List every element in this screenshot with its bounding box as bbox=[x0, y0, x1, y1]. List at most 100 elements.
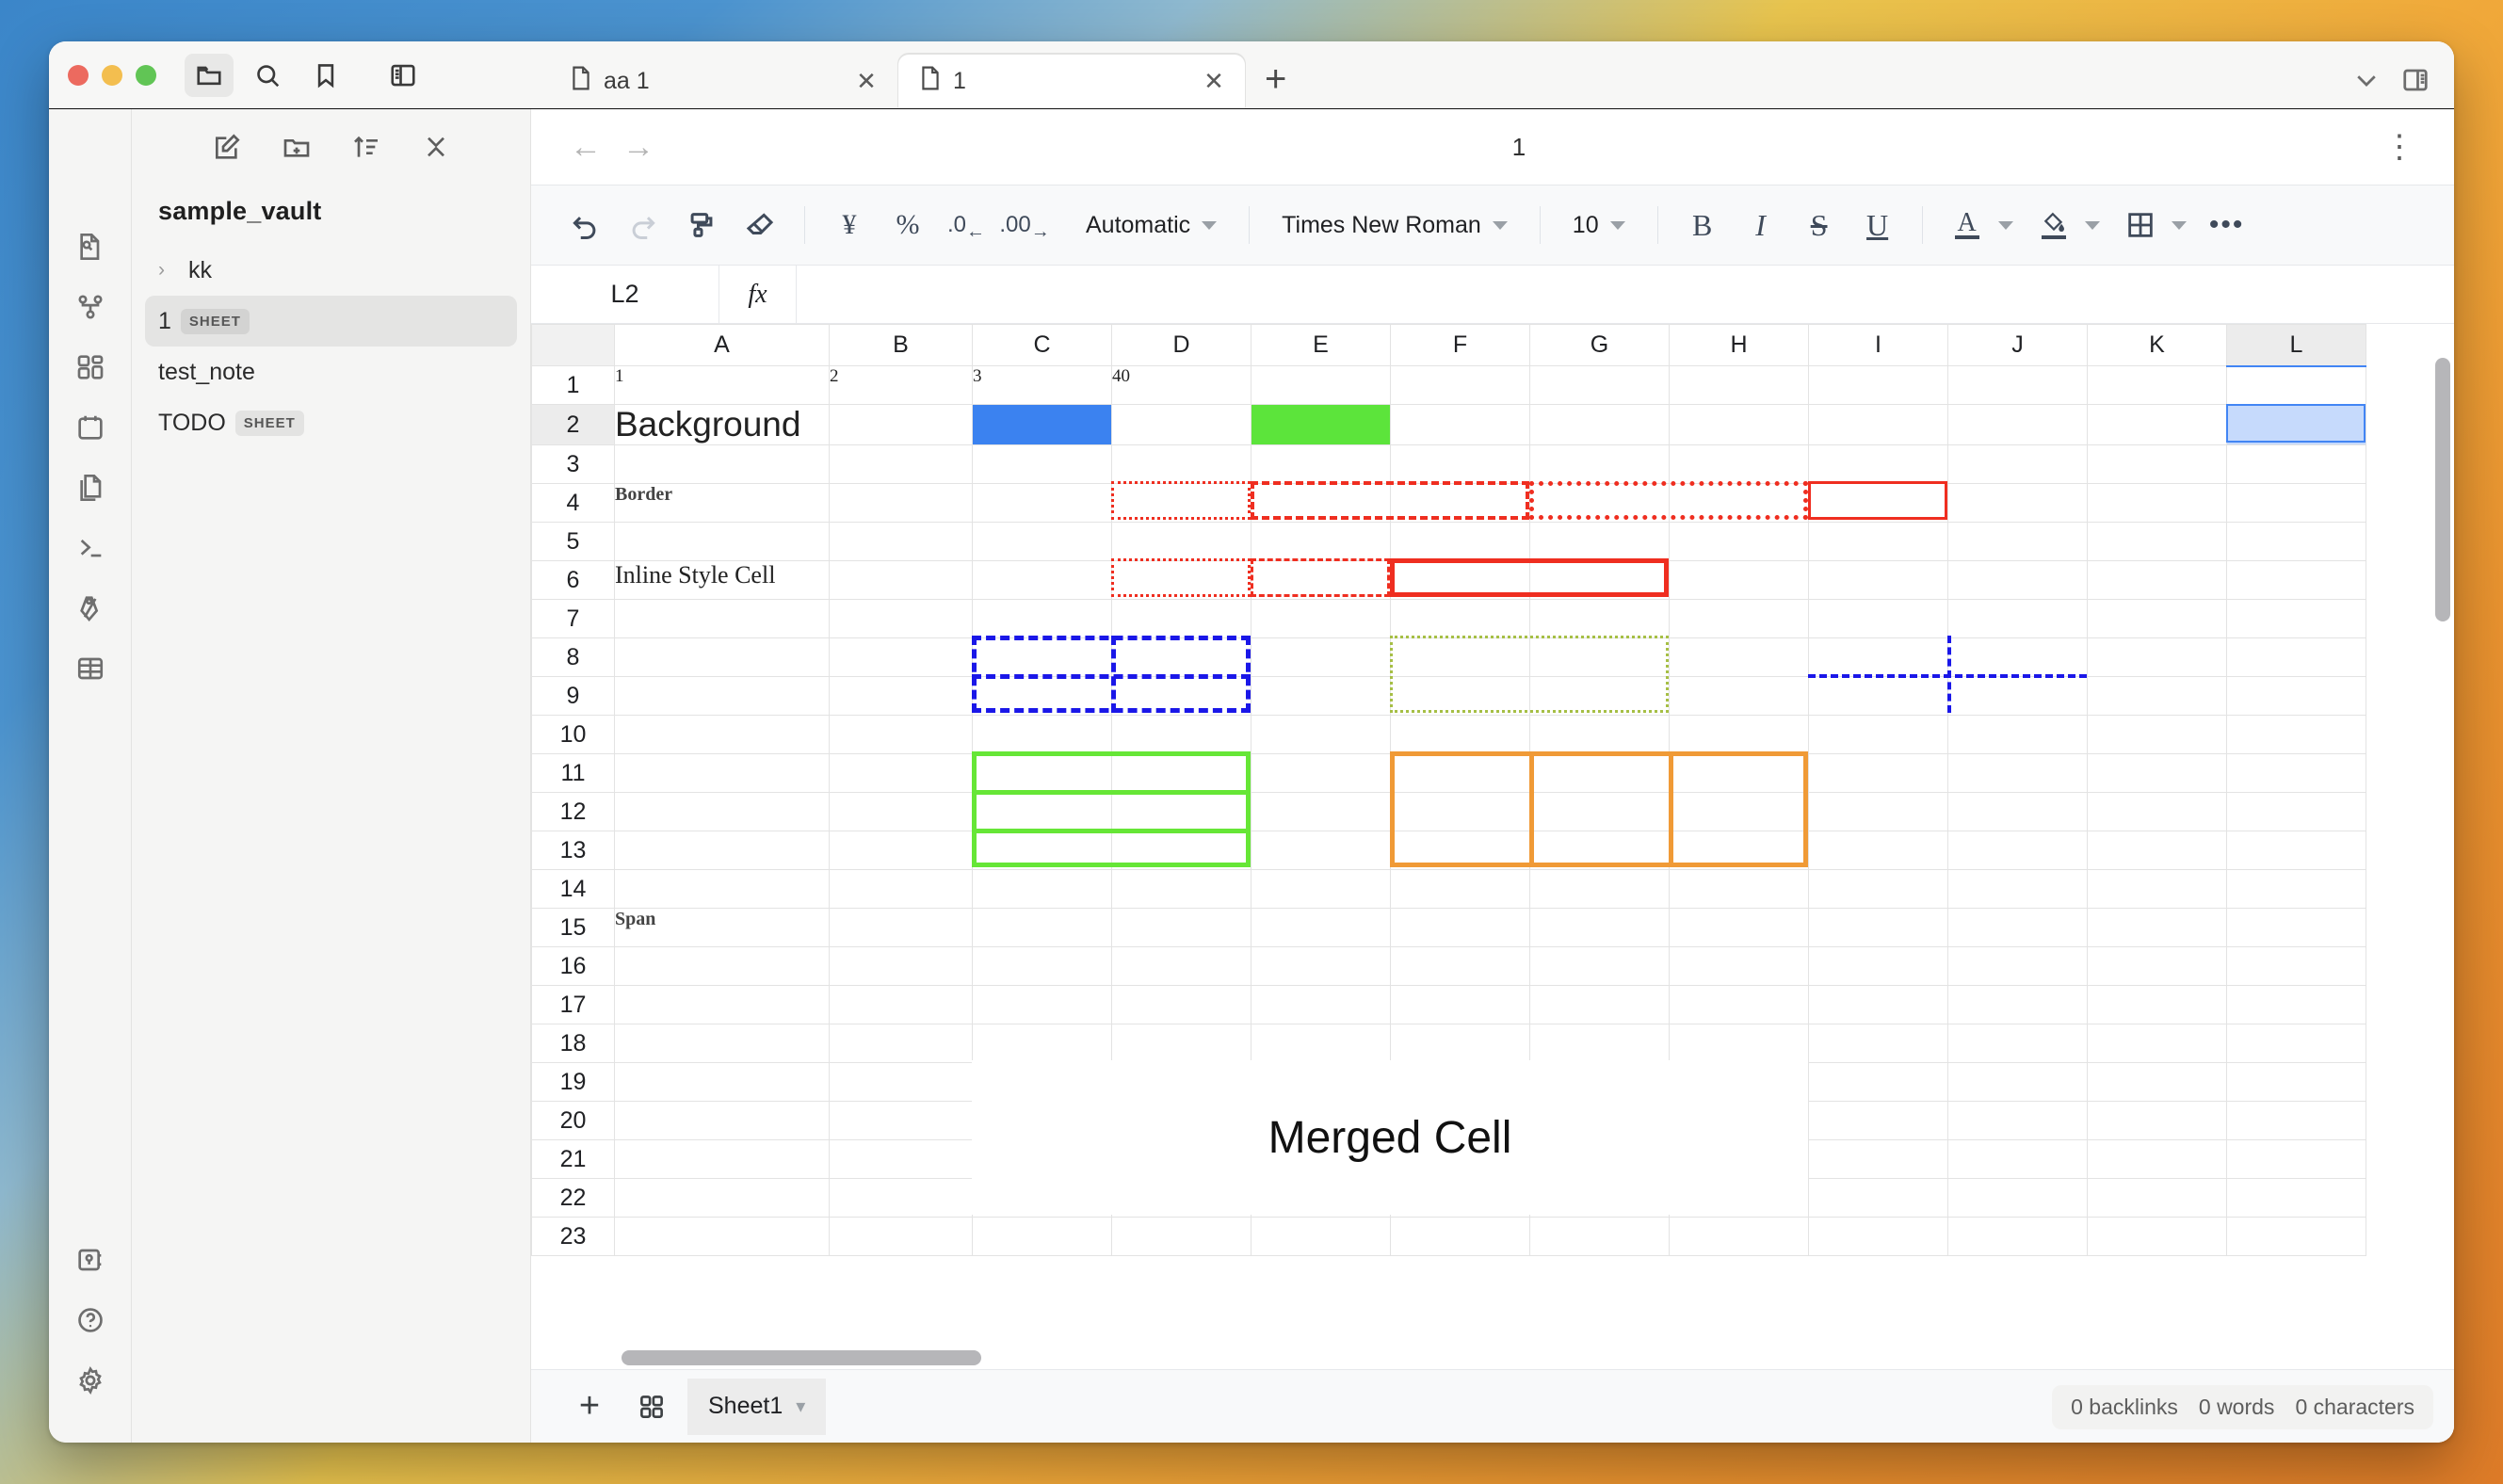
font-size-dropdown[interactable]: 10 bbox=[1558, 198, 1640, 252]
search-icon[interactable] bbox=[243, 54, 292, 97]
cell-F5[interactable] bbox=[1390, 522, 1530, 561]
cell-F14[interactable] bbox=[1390, 869, 1530, 909]
cell-H6[interactable] bbox=[1669, 560, 1809, 600]
cell-L10[interactable] bbox=[2226, 715, 2366, 754]
decrease-decimal-button[interactable]: .0 ← bbox=[939, 198, 993, 252]
tab-1[interactable]: 1 ✕ bbox=[897, 54, 1246, 108]
cell-K8[interactable] bbox=[2087, 637, 2227, 677]
cell-G17[interactable] bbox=[1529, 985, 1670, 1024]
cell-K23[interactable] bbox=[2087, 1217, 2227, 1256]
cell-J13[interactable] bbox=[1947, 831, 2088, 870]
more-options-button[interactable]: ⋮ bbox=[2373, 130, 2426, 163]
add-sheet-button[interactable]: + bbox=[563, 1380, 616, 1433]
calendar-icon[interactable] bbox=[64, 401, 117, 454]
canvas-icon[interactable] bbox=[64, 341, 117, 394]
cell-E23[interactable] bbox=[1251, 1217, 1391, 1256]
cell-E1[interactable] bbox=[1251, 365, 1391, 405]
cell-F23[interactable] bbox=[1390, 1217, 1530, 1256]
cell-L19[interactable] bbox=[2226, 1062, 2366, 1102]
row-header-14[interactable]: 14 bbox=[531, 869, 615, 909]
cell-F15[interactable] bbox=[1390, 908, 1530, 947]
cell-D10[interactable] bbox=[1111, 715, 1252, 754]
cell-G23[interactable] bbox=[1529, 1217, 1670, 1256]
cell-J18[interactable] bbox=[1947, 1024, 2088, 1063]
sheet-tab-sheet1[interactable]: Sheet1 ▾ bbox=[687, 1378, 827, 1435]
new-folder-icon[interactable] bbox=[282, 132, 312, 167]
zoom-window-button[interactable] bbox=[136, 64, 156, 86]
column-header-J[interactable]: J bbox=[1947, 324, 2088, 366]
cell-J4[interactable] bbox=[1947, 483, 2088, 523]
cell-K5[interactable] bbox=[2087, 522, 2227, 561]
forward-button[interactable]: → bbox=[612, 129, 665, 166]
cell-I11[interactable] bbox=[1808, 753, 1948, 793]
close-tab-button[interactable]: ✕ bbox=[854, 67, 879, 96]
cell-I12[interactable] bbox=[1808, 792, 1948, 831]
cell-J2[interactable] bbox=[1947, 404, 2088, 445]
cell-D1[interactable]: 40 bbox=[1111, 365, 1252, 405]
cell-F10[interactable] bbox=[1390, 715, 1530, 754]
cell-L11[interactable] bbox=[2226, 753, 2366, 793]
borders-button[interactable] bbox=[2113, 198, 2168, 252]
cell-A17[interactable] bbox=[614, 985, 830, 1024]
cell-H9[interactable] bbox=[1669, 676, 1809, 716]
cell-E14[interactable] bbox=[1251, 869, 1391, 909]
cell-J15[interactable] bbox=[1947, 908, 2088, 947]
cell-J11[interactable] bbox=[1947, 753, 2088, 793]
cell-K4[interactable] bbox=[2087, 483, 2227, 523]
cell-J14[interactable] bbox=[1947, 869, 2088, 909]
cell-G3[interactable] bbox=[1529, 444, 1670, 484]
cell-I22[interactable] bbox=[1808, 1178, 1948, 1218]
chevron-right-icon[interactable]: › bbox=[158, 259, 179, 282]
cell-H7[interactable] bbox=[1669, 599, 1809, 638]
cell-I9[interactable] bbox=[1808, 676, 1948, 716]
vertical-scrollbar[interactable] bbox=[2435, 358, 2450, 621]
cell-L1[interactable] bbox=[2226, 365, 2366, 405]
cell-C16[interactable] bbox=[972, 946, 1112, 986]
cell-L21[interactable] bbox=[2226, 1139, 2366, 1179]
cell-H4[interactable] bbox=[1669, 483, 1809, 523]
cell-K10[interactable] bbox=[2087, 715, 2227, 754]
cell-H16[interactable] bbox=[1669, 946, 1809, 986]
cell-D7[interactable] bbox=[1111, 599, 1252, 638]
cell-B14[interactable] bbox=[829, 869, 973, 909]
back-button[interactable]: ← bbox=[559, 129, 612, 166]
cell-G7[interactable] bbox=[1529, 599, 1670, 638]
cell-H15[interactable] bbox=[1669, 908, 1809, 947]
cell-C23[interactable] bbox=[972, 1217, 1112, 1256]
cell-J6[interactable] bbox=[1947, 560, 2088, 600]
cell-I15[interactable] bbox=[1808, 908, 1948, 947]
cell-G2[interactable] bbox=[1529, 404, 1670, 445]
cell-E3[interactable] bbox=[1251, 444, 1391, 484]
column-header-G[interactable]: G bbox=[1529, 324, 1670, 366]
cell-L8[interactable] bbox=[2226, 637, 2366, 677]
cell-H2[interactable] bbox=[1669, 404, 1809, 445]
row-header-1[interactable]: 1 bbox=[531, 365, 615, 405]
cell-A7[interactable] bbox=[614, 599, 830, 638]
cell-G1[interactable] bbox=[1529, 365, 1670, 405]
column-header-H[interactable]: H bbox=[1669, 324, 1809, 366]
cell-I1[interactable] bbox=[1808, 365, 1948, 405]
cell-B23[interactable] bbox=[829, 1217, 973, 1256]
cell-C10[interactable] bbox=[972, 715, 1112, 754]
chevron-down-icon[interactable] bbox=[2171, 220, 2187, 230]
cell-L12[interactable] bbox=[2226, 792, 2366, 831]
cell-L6[interactable] bbox=[2226, 560, 2366, 600]
cell-L22[interactable] bbox=[2226, 1178, 2366, 1218]
cell-A2[interactable]: Background bbox=[614, 404, 830, 445]
cell-C17[interactable] bbox=[972, 985, 1112, 1024]
tree-item-todo[interactable]: TODO SHEET bbox=[145, 397, 517, 448]
cell-F8[interactable] bbox=[1390, 637, 1530, 677]
select-all-corner[interactable] bbox=[531, 324, 615, 366]
cell-H12[interactable] bbox=[1669, 792, 1809, 831]
bookmark-icon[interactable] bbox=[301, 54, 350, 97]
cell-C11[interactable] bbox=[972, 753, 1112, 793]
row-header-2[interactable]: 2 bbox=[531, 404, 615, 445]
cell-K2[interactable] bbox=[2087, 404, 2227, 445]
undo-icon[interactable] bbox=[557, 198, 612, 252]
cell-I13[interactable] bbox=[1808, 831, 1948, 870]
cell-H1[interactable] bbox=[1669, 365, 1809, 405]
cell-I6[interactable] bbox=[1808, 560, 1948, 600]
cell-E4[interactable] bbox=[1251, 483, 1391, 523]
cell-G15[interactable] bbox=[1529, 908, 1670, 947]
row-header-9[interactable]: 9 bbox=[531, 676, 615, 716]
